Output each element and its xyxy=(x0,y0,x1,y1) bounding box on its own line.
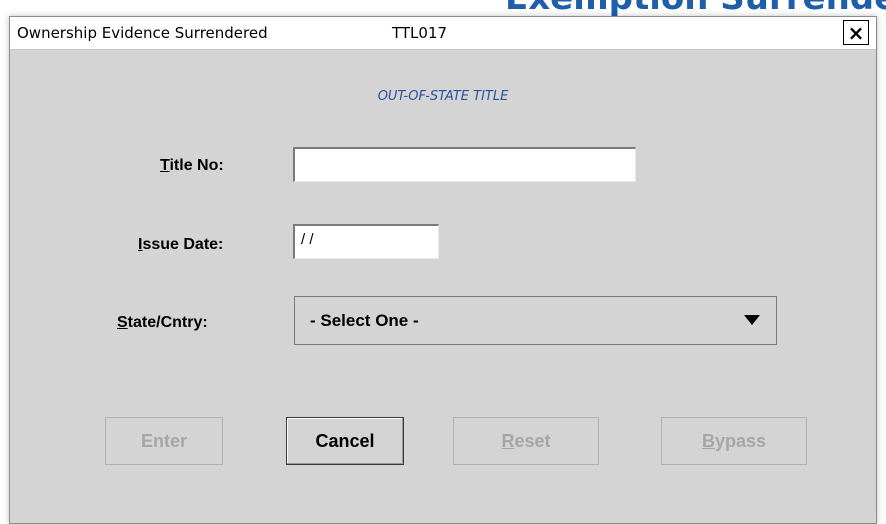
dialog-code: TTL017 xyxy=(392,24,448,42)
chevron-down-icon xyxy=(744,315,760,325)
close-button[interactable]: × xyxy=(843,20,869,45)
dialog-titlebar: Ownership Evidence Surrendered TTL017 × xyxy=(10,17,876,50)
title-no-input[interactable] xyxy=(293,147,636,182)
issue-date-input[interactable]: / / xyxy=(293,224,439,259)
title-no-label: Title No: xyxy=(160,157,224,174)
cancel-button[interactable]: Cancel xyxy=(286,417,404,465)
dialog-title: Ownership Evidence Surrendered xyxy=(17,24,268,42)
reset-button[interactable]: Reset xyxy=(453,417,599,465)
ownership-evidence-dialog: Ownership Evidence Surrendered TTL017 × … xyxy=(9,16,877,524)
bypass-button[interactable]: Bypass xyxy=(661,417,807,465)
state-cntry-label: State/Cntry: xyxy=(117,314,208,331)
state-cntry-select[interactable]: - Select One - xyxy=(294,296,777,345)
section-heading: OUT-OF-STATE TITLE xyxy=(377,89,509,104)
state-cntry-selected: - Select One - xyxy=(310,311,419,330)
close-icon: × xyxy=(847,20,865,45)
enter-button[interactable]: Enter xyxy=(105,417,223,465)
issue-date-label: Issue Date: xyxy=(138,236,224,253)
